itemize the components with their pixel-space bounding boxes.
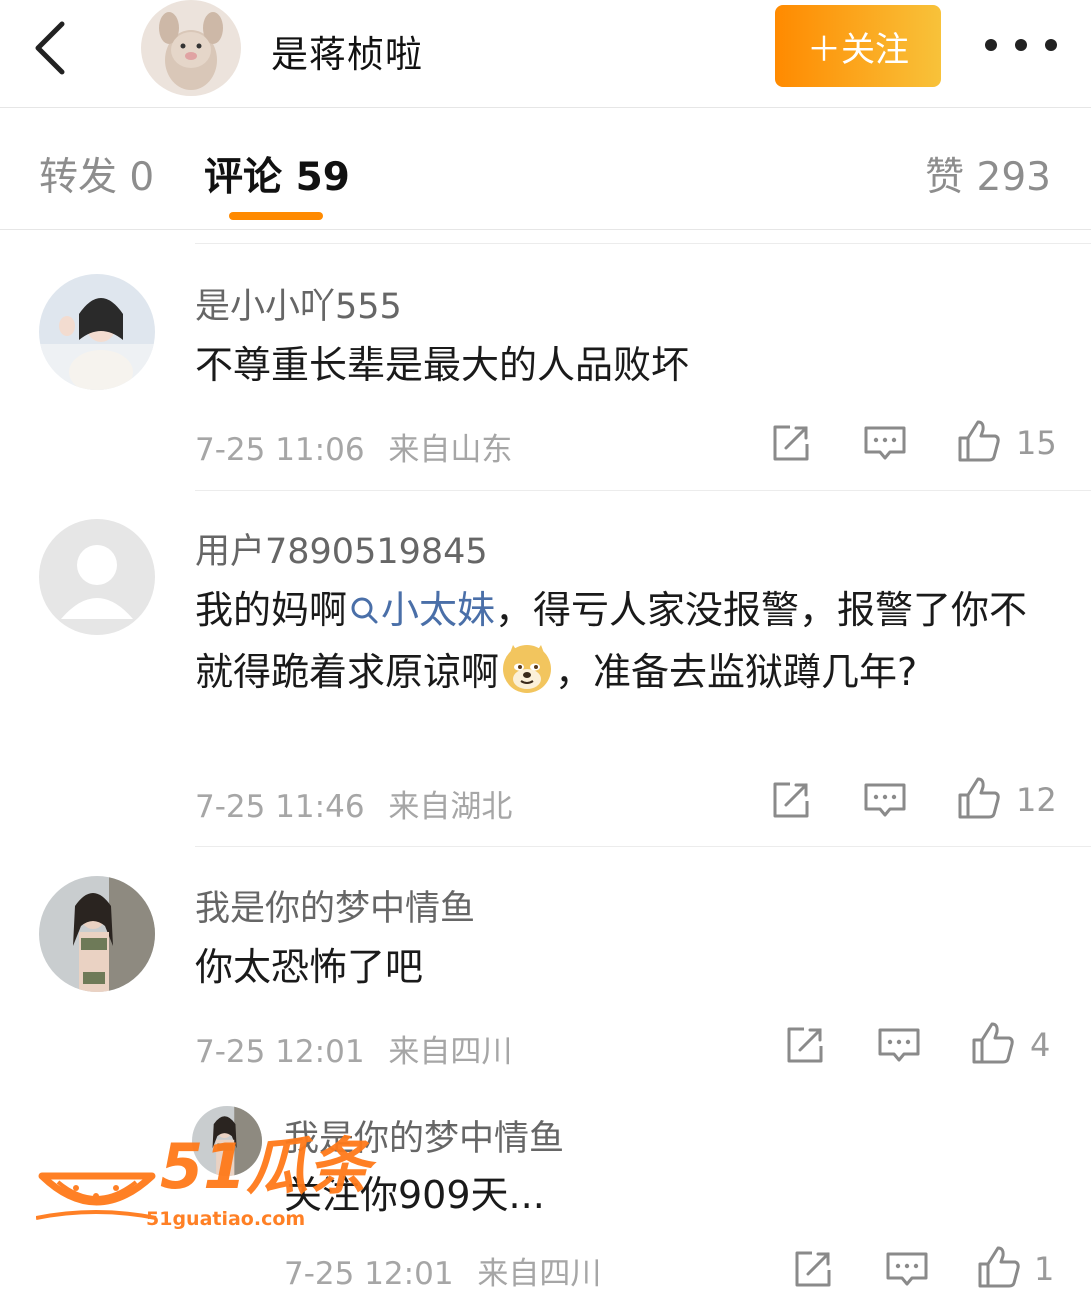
comment-meta: 7-25 11:46 来自湖北 [195,781,512,826]
topic-link[interactable]: 小太妹 [347,588,495,632]
comment-text: 我的妈啊 小太妹，得亏人家没报警，报警了你不就得跪着求原谅啊 ，准备去监狱蹲几年? [195,579,1055,703]
share-square-icon[interactable] [790,1246,836,1292]
divider [195,243,1091,244]
share-square-icon[interactable] [768,777,814,823]
search-icon [351,597,378,624]
comment-bubble-icon[interactable] [862,777,908,823]
thumbs-up-icon[interactable] [956,418,1002,464]
commenter-avatar[interactable] [39,274,155,390]
commenter-name[interactable]: 是小小吖555 [195,278,402,329]
like-count: 12 [1016,781,1057,819]
share-square-icon[interactable] [768,420,814,466]
commenter-name[interactable]: 我是你的梦中情鱼 [195,880,475,931]
topic-text[interactable]: 小太妹 [381,588,495,632]
commenter-avatar[interactable] [39,519,155,635]
follow-button[interactable]: ＋关注 [775,5,941,87]
thumbs-up-icon[interactable] [970,1020,1016,1066]
author-name[interactable]: 是蒋桢啦 [271,24,423,78]
tab-comments[interactable]: 评论 59 [204,146,350,202]
reply-text: 关注你909天... [284,1173,545,1217]
comment-text: 你太恐怖了吧 [195,945,424,989]
comment-location: 来自湖北 [388,789,513,825]
more-dots-icon[interactable] [985,25,1057,65]
like-count: 1 [1034,1250,1055,1288]
comment-tabs: 转发 0 评论 59 赞 293 [0,108,1091,230]
commenter-avatar[interactable] [39,876,155,992]
comment-text-prefix: 我的妈啊 [195,588,348,632]
commenter-name[interactable]: 用户7890519845 [195,523,488,574]
doge-emoji [503,645,552,693]
comment-location: 来自四川 [388,1034,513,1070]
reply-time: 7-25 12:01 [284,1256,454,1292]
author-avatar[interactable] [141,0,241,96]
like-count: 4 [1030,1026,1051,1064]
active-tab-indicator [229,212,323,220]
divider [195,490,1091,491]
comment-time: 7-25 11:06 [195,432,365,468]
comment-time: 7-25 12:01 [195,1034,365,1070]
thumbs-up-icon[interactable] [956,775,1002,821]
reply-meta: 7-25 12:01 来自四川 [284,1248,601,1293]
top-nav-bar: 是蒋桢啦 ＋关注 [0,0,1091,108]
share-square-icon[interactable] [782,1022,828,1068]
comment-bubble-icon[interactable] [876,1022,922,1068]
like-count: 15 [1016,424,1057,462]
comment-bubble-icon[interactable] [884,1246,930,1292]
watermark-logo-text: 51瓜条 [160,1130,371,1203]
comment-meta: 7-25 12:01 来自四川 [195,1026,512,1071]
comment-text-suffix: ，准备去监狱蹲几年? [555,650,918,694]
comment-bubble-icon[interactable] [862,420,908,466]
comment-time: 7-25 11:46 [195,789,365,825]
reply-location: 来自四川 [477,1256,602,1292]
tab-likes[interactable]: 赞 293 [925,146,1051,202]
thumbs-up-icon[interactable] [976,1244,1022,1290]
tab-repost[interactable]: 转发 0 [39,146,154,202]
comment-meta: 7-25 11:06 来自山东 [195,424,512,469]
watermark-logo: 51瓜条 51guatiao.com [35,1130,376,1230]
divider [195,846,1091,847]
watermark-url: 51guatiao.com [146,1208,306,1230]
chevron-left-icon[interactable] [30,18,74,78]
comment-location: 来自山东 [388,432,513,468]
comment-text: 不尊重长辈是最大的人品败坏 [195,343,690,387]
